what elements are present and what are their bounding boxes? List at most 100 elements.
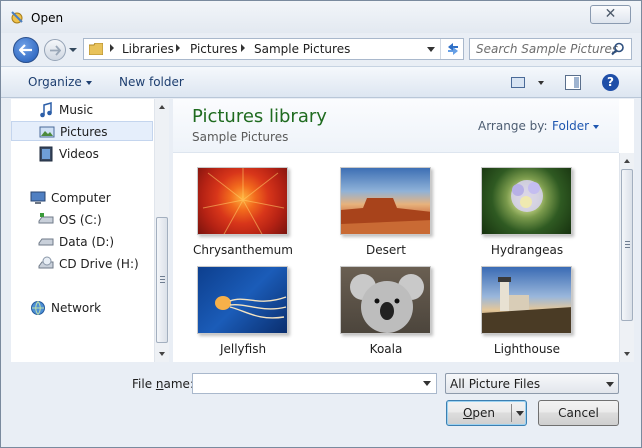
jellyfish-graphic [215, 296, 287, 319]
address-bar[interactable]: Libraries Pictures Sample Pictures [83, 38, 464, 60]
navigation-pane: Music Pictures Videos Computer OS (C:) D… [11, 99, 169, 362]
computer-icon [30, 191, 46, 204]
help-icon[interactable]: ? [602, 74, 619, 91]
organize-button[interactable]: Organize [28, 75, 92, 89]
lighthouse-graphic [482, 277, 571, 333]
back-arrow-icon [19, 44, 32, 56]
change-view-icon[interactable] [511, 77, 525, 88]
scroll-down-icon[interactable] [159, 352, 165, 356]
chevron-down-icon [606, 382, 614, 387]
search-icon[interactable] [611, 42, 625, 56]
flower-petals-graphic [202, 168, 285, 234]
arrange-by-value: Folder [552, 119, 590, 133]
chrysanthemum-thumbnail [197, 167, 288, 235]
nav-item-data-d[interactable]: Data (D:) [11, 232, 153, 252]
search-box[interactable]: Search Sample Pictures [469, 38, 632, 60]
file-tile-koala[interactable]: Koala [326, 266, 446, 364]
open-accesskey: O [462, 406, 473, 420]
file-name-lighthouse: Lighthouse [493, 342, 561, 356]
file-tile-lighthouse[interactable]: Lighthouse [467, 266, 587, 364]
nav-item-videos[interactable]: Videos [11, 144, 153, 164]
file-name-label: File name: [132, 377, 194, 391]
view-options-chevron-icon[interactable] [538, 81, 544, 85]
file-name-jellyfish: Jellyfish [219, 342, 267, 356]
nav-label-videos: Videos [59, 147, 99, 161]
file-tile-hydrangeas[interactable]: Hydrangeas [467, 167, 587, 265]
open-options-chevron-icon[interactable] [516, 411, 524, 416]
file-type-filter-value: All Picture Files [450, 377, 541, 391]
nav-label-os-c: OS (C:) [59, 213, 102, 227]
grip-line [625, 247, 630, 248]
new-folder-button[interactable]: New folder [119, 75, 184, 89]
jellyfish-thumbnail [197, 266, 288, 334]
title-bar: Open ✕ [1, 1, 641, 33]
network-icon [31, 301, 45, 315]
scroll-up-icon[interactable] [624, 159, 630, 163]
library-title: Pictures library [192, 106, 327, 127]
file-tile-jellyfish[interactable]: Jellyfish [183, 266, 303, 364]
breadcrumb-separator-icon[interactable] [110, 44, 114, 52]
preview-pane-icon[interactable] [565, 75, 581, 90]
chevron-down-icon [85, 80, 92, 85]
lighthouse-thumbnail [481, 266, 572, 334]
music-icon [40, 102, 52, 118]
nav-item-pictures[interactable]: Pictures [11, 121, 153, 141]
scroll-up-icon[interactable] [159, 105, 165, 109]
breadcrumb-separator-icon[interactable] [176, 44, 180, 52]
file-list-pane: Pictures library Sample Pictures Arrange… [173, 99, 634, 362]
scroll-down-icon[interactable] [624, 352, 630, 356]
open-button[interactable]: Open [446, 400, 527, 426]
file-name-label-part: File [132, 377, 156, 391]
file-name-label-accesskey: n [155, 377, 164, 391]
nav-item-music[interactable]: Music [11, 100, 153, 120]
file-list-scroll-thumb[interactable] [621, 169, 633, 321]
breadcrumb-libraries[interactable]: Libraries [122, 42, 174, 56]
file-name-input[interactable] [192, 373, 437, 394]
arrange-by-label: Arrange by: [478, 119, 548, 133]
nav-item-cd-drive-h[interactable]: CD Drive (H:) [11, 254, 153, 274]
chevron-down-icon [593, 124, 600, 129]
desert-thumbnail [340, 167, 431, 235]
grip-line [625, 241, 630, 242]
arrange-by-dropdown[interactable]: Folder [552, 119, 600, 133]
breadcrumb-pictures[interactable]: Pictures [190, 42, 238, 56]
file-name-desert: Desert [366, 243, 406, 257]
file-tile-desert[interactable]: Desert [326, 167, 446, 265]
file-name-chrysanthemum: Chrysanthemum [193, 243, 293, 257]
grip-line [625, 244, 630, 245]
refresh-icon [448, 43, 458, 55]
refresh-button[interactable] [440, 39, 464, 59]
cd-drive-icon [38, 256, 54, 269]
file-name-dropdown-icon[interactable] [423, 381, 431, 386]
pictures-icon [39, 126, 55, 138]
file-name-koala: Koala [369, 342, 403, 356]
drive-icon [38, 213, 54, 224]
koala-thumbnail [340, 266, 431, 334]
window-title: Open [31, 11, 64, 25]
forward-button[interactable] [44, 39, 66, 61]
forward-arrow-icon [50, 45, 61, 56]
grip-line [160, 276, 165, 277]
breadcrumb-separator-icon[interactable] [241, 44, 245, 52]
koala-graphic [350, 274, 424, 333]
nav-scroll-thumb[interactable] [156, 217, 168, 343]
cancel-button[interactable]: Cancel [538, 400, 619, 426]
recent-pages-icon[interactable] [68, 45, 78, 55]
search-placeholder[interactable]: Search Sample Pictures [476, 42, 618, 56]
nav-item-computer[interactable]: Computer [3, 188, 145, 208]
nav-item-os-c[interactable]: OS (C:) [11, 210, 153, 230]
nav-item-network[interactable]: Network [3, 298, 145, 318]
back-button[interactable] [13, 37, 39, 63]
open-label-rest: pen [472, 406, 496, 420]
open-dialog: Open ✕ Libraries Pictures Sample Picture… [0, 0, 642, 448]
command-bar: Organize New folder ? [1, 66, 641, 98]
file-list-scrollbar[interactable] [619, 153, 634, 362]
close-button[interactable]: ✕ [590, 5, 631, 24]
file-tile-chrysanthemum[interactable]: Chrysanthemum [183, 167, 303, 265]
file-type-filter-select[interactable]: All Picture Files [445, 373, 619, 394]
nav-pane-scrollbar[interactable] [154, 99, 169, 362]
hydrangeas-thumbnail [481, 167, 572, 235]
library-header: Pictures library Sample Pictures Arrange… [173, 99, 619, 153]
address-dropdown-icon[interactable] [427, 47, 435, 52]
breadcrumb-sample-pictures[interactable]: Sample Pictures [254, 42, 350, 56]
